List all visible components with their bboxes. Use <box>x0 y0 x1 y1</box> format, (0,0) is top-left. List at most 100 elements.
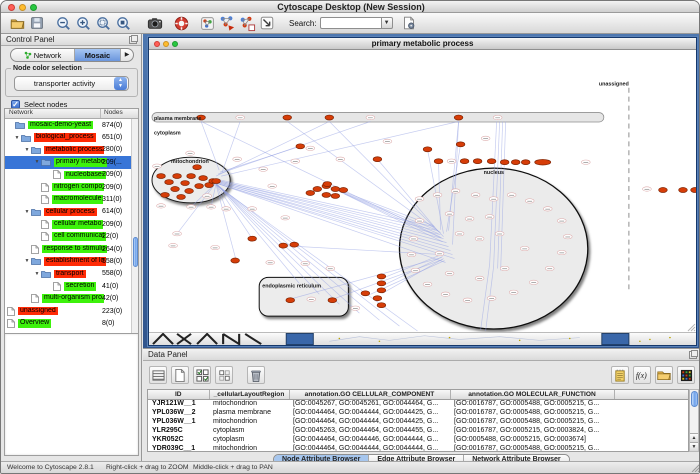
tab-mosaic[interactable]: Mosaic <box>75 49 121 61</box>
table-row[interactable]: YJR121W__1mitochondrion[GO:0045267, GO:0… <box>148 399 689 408</box>
save-session-icon[interactable] <box>27 14 47 33</box>
selected-network-node[interactable] <box>195 184 204 189</box>
table-scrollbar[interactable]: ▲ ▼ <box>689 389 699 452</box>
network-edge[interactable] <box>216 185 236 260</box>
selected-network-node[interactable] <box>434 159 443 164</box>
table-cell[interactable]: [GO:0044464, GO:0044444, GO:0044425, G..… <box>289 417 450 426</box>
table-column-header[interactable]: annotation.GO CELLULAR_COMPONENT <box>289 390 450 399</box>
table-cell[interactable]: [GO:0044464, GO:0044444, GO:0044444, G..… <box>289 444 450 452</box>
attribute-table[interactable]: ID_cellularLayoutRegionannotation.GO CEL… <box>147 389 689 452</box>
expander-icon[interactable]: ▼ <box>13 135 21 141</box>
selected-network-node[interactable] <box>377 288 386 293</box>
selected-network-node[interactable] <box>377 281 386 286</box>
tab-network[interactable]: Network <box>11 49 75 61</box>
tree-scrollbar-thumb[interactable] <box>133 237 138 267</box>
selected-network-node[interactable] <box>161 192 170 197</box>
expander-icon[interactable]: ▼ <box>23 147 31 153</box>
selected-network-node[interactable] <box>377 274 386 279</box>
selected-network-node[interactable] <box>511 160 520 165</box>
table-cell[interactable]: [GO:0016787, GO:0005215, GO:0003824, G..… <box>450 426 614 435</box>
selected-network-node[interactable] <box>185 189 194 194</box>
tabs-overflow-arrow[interactable]: ▶ <box>121 49 133 61</box>
selected-network-node[interactable] <box>460 159 469 164</box>
selected-network-node[interactable] <box>157 174 166 179</box>
selected-network-node[interactable] <box>212 179 221 184</box>
table-cell[interactable]: [GO:0016787, GO:0005488, GO:0005215, G..… <box>450 444 614 452</box>
canvas-resize-grip[interactable] <box>688 324 695 331</box>
network-edge[interactable] <box>222 121 240 172</box>
zoom-selected-region-icon[interactable] <box>93 14 113 33</box>
table-cell[interactable]: plasma membrane <box>209 408 289 417</box>
selected-network-node[interactable] <box>290 242 299 247</box>
tree-row-cellular-metabo[interactable]: cellular metabo209(0) <box>5 218 138 230</box>
vizmapper-icon[interactable] <box>257 14 277 33</box>
snapshot-icon[interactable] <box>145 14 165 33</box>
selected-network-node[interactable] <box>328 298 337 303</box>
table-row[interactable]: YDR039C__1mitochondrion[GO:0044464, GO:0… <box>148 444 689 452</box>
selected-network-node[interactable] <box>535 159 551 165</box>
selected-network-node[interactable] <box>456 142 465 147</box>
scroll-down-button[interactable]: ▼ <box>690 442 698 451</box>
selected-network-node[interactable] <box>500 160 509 165</box>
selected-network-node[interactable] <box>181 181 190 186</box>
expander-icon[interactable]: ▼ <box>33 159 41 165</box>
table-cell[interactable]: YDR039C__1 <box>148 444 209 452</box>
layout-nodes-icon[interactable] <box>217 14 237 33</box>
selected-network-node[interactable] <box>248 236 257 241</box>
notepad-icon[interactable] <box>611 366 629 384</box>
table-cell[interactable]: cytoplasm <box>209 435 289 444</box>
table-row[interactable]: YKR052Ccytoplasm[GO:0044464, GO:0044446,… <box>148 435 689 444</box>
table-cell[interactable]: [GO:0016787, GO:0005488, GO:0005215, G..… <box>450 417 614 426</box>
selected-network-node[interactable] <box>339 188 348 193</box>
selected-network-node[interactable] <box>171 187 180 192</box>
table-cell[interactable]: YJR121W__1 <box>148 399 209 408</box>
selected-network-node[interactable] <box>361 291 370 296</box>
selected-network-node[interactable] <box>454 115 463 120</box>
selected-network-node[interactable] <box>373 296 382 301</box>
table-cell[interactable]: [GO:0044464, GO:0044446, GO:0044444, G..… <box>289 435 450 444</box>
selected-network-node[interactable] <box>659 188 668 193</box>
selected-network-node[interactable] <box>691 188 696 193</box>
tree-row-nitrogen-compo[interactable]: nitrogen compo209(0) <box>5 181 138 193</box>
attribute-matrix-icon[interactable] <box>149 366 167 384</box>
attribute-browser-icon[interactable] <box>399 14 419 33</box>
expander-icon[interactable]: ▼ <box>23 258 31 264</box>
window-resize-grip[interactable] <box>691 463 700 472</box>
table-cell[interactable]: [GO:0045263, GO:0044464, GO:0044455, G..… <box>289 426 450 435</box>
formula-fx-icon[interactable]: f(x) <box>633 366 651 384</box>
new-attribute-icon[interactable] <box>171 366 189 384</box>
selected-network-node[interactable] <box>322 192 331 197</box>
selected-network-node[interactable] <box>296 144 305 149</box>
selected-network-node[interactable] <box>306 191 315 196</box>
node-color-dropdown[interactable]: transporter activity ▲▼ <box>14 76 129 91</box>
table-scrollbar-thumb[interactable] <box>691 391 698 407</box>
zoom-fit-content-icon[interactable] <box>113 14 133 33</box>
tree-scrollbar[interactable] <box>131 119 138 363</box>
expander-icon[interactable]: ▼ <box>23 209 31 215</box>
import-attributes-folder-icon[interactable] <box>655 366 673 384</box>
selected-network-node[interactable] <box>231 258 240 263</box>
selected-network-node[interactable] <box>323 182 332 187</box>
table-cell[interactable]: [GO:0045267, GO:0045261, GO:0044464, G..… <box>289 399 450 408</box>
tree-row-macromolecule[interactable]: macromolecule311(0) <box>5 193 138 205</box>
table-column-header[interactable]: ID <box>148 390 209 399</box>
tree-row-nucleobase-[interactable]: nucleobase-209(0) <box>5 169 138 181</box>
selected-network-node[interactable] <box>423 147 432 152</box>
scroll-up-button[interactable]: ▲ <box>690 433 698 442</box>
selected-network-node[interactable] <box>279 243 288 248</box>
table-cell[interactable]: mitochondrion <box>209 417 289 426</box>
layout-selected-icon[interactable] <box>237 14 257 33</box>
network-window[interactable]: primary metabolic process <box>148 37 697 346</box>
table-cell[interactable]: [GO:0005488, GO:0005215, GO:0003674] <box>450 435 614 444</box>
table-column-header[interactable]: annotation.GO MOLECULAR_FUNCTION <box>450 390 614 399</box>
selected-network-node[interactable] <box>199 176 208 181</box>
selected-network-node[interactable] <box>173 174 182 179</box>
selected-network-node[interactable] <box>325 115 334 120</box>
selected-network-node[interactable] <box>331 187 340 192</box>
tree-row-metabolic-process[interactable]: ▼metabolic process280(0) <box>5 144 138 156</box>
tree-row-establishment-of-lo[interactable]: ▼establishment of lo558(0) <box>5 255 138 267</box>
search-dropdown-button[interactable]: ▼ <box>382 17 393 29</box>
selected-network-node[interactable] <box>377 303 386 308</box>
tree-row-response-to-stimulu[interactable]: response to stimulu264(0) <box>5 243 138 255</box>
selected-network-node[interactable] <box>331 193 340 198</box>
